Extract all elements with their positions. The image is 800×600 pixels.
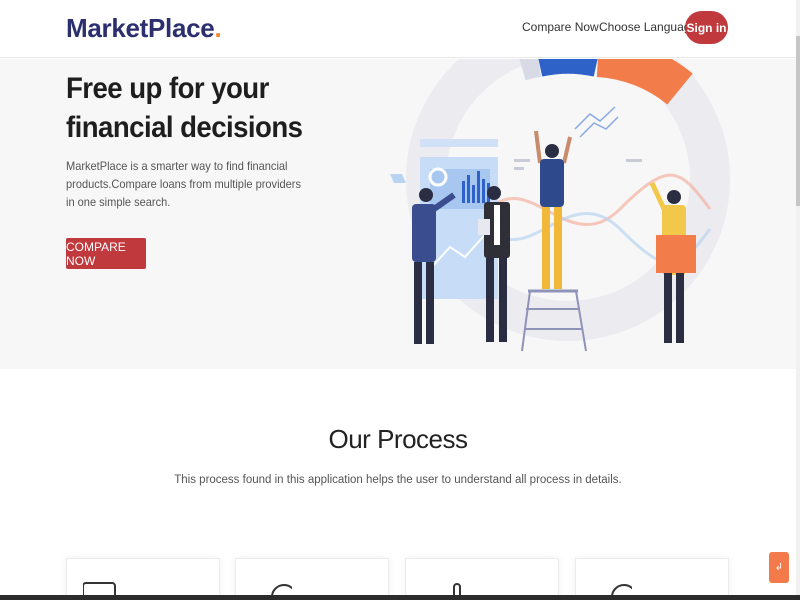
page-scrollbar[interactable] — [796, 0, 800, 600]
process-card-3[interactable] — [405, 558, 559, 600]
top-navbar: MarketPlace. Compare Now Choose Language… — [0, 0, 800, 58]
process-card-2[interactable] — [235, 558, 389, 600]
nav-compare-now[interactable]: Compare Now — [522, 20, 599, 34]
business-team-analytics-illustration — [390, 59, 730, 352]
hero-section: Free up for your financial decisions Mar… — [0, 59, 796, 369]
hero-description: MarketPlace is a smarter way to find fin… — [66, 159, 302, 209]
process-section-subtitle: This process found in this application h… — [174, 474, 622, 486]
process-section-title: Our Process — [328, 424, 469, 454]
sign-in-button[interactable]: Sign in — [685, 11, 728, 44]
compare-now-button[interactable]: COMPARE NOW — [66, 238, 146, 269]
scroll-top-button[interactable]: ↲ — [769, 552, 789, 583]
scroll-top-arrow-icon: ↲ — [774, 562, 784, 573]
logo-dot: . — [214, 13, 222, 43]
hero-title: Free up for your financial decisions — [66, 69, 342, 147]
scrollbar-thumb[interactable] — [796, 36, 800, 206]
process-card-1[interactable] — [66, 558, 220, 600]
logo-text: MarketPlace — [66, 13, 215, 43]
hero-title-line-1: Free up for your — [66, 72, 269, 105]
bottom-bar — [0, 595, 800, 600]
language-dropdown-label: Choose Language — [599, 20, 698, 34]
hero-title-line-2: financial decisions — [66, 111, 303, 144]
process-card-4[interactable] — [575, 558, 729, 600]
logo[interactable]: MarketPlace. — [66, 13, 222, 44]
